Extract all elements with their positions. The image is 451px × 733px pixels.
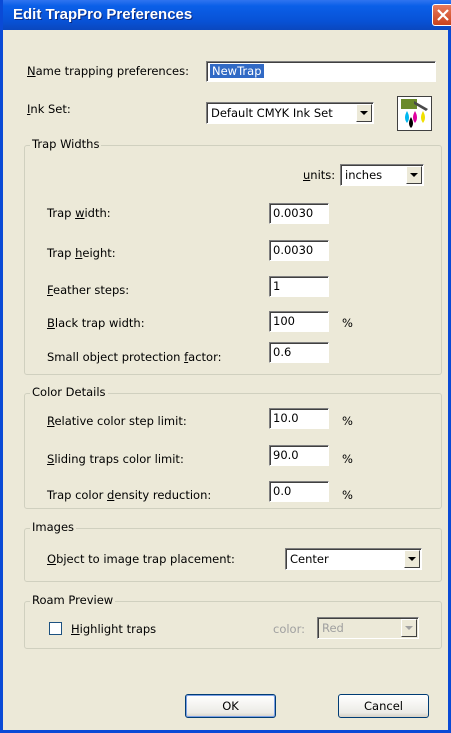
- density-reduction-input[interactable]: 0.0: [269, 481, 329, 502]
- highlight-color-select[interactable]: Red: [317, 617, 419, 639]
- highlight-color-value: Red: [322, 621, 344, 635]
- trap-width-input[interactable]: 0.0030: [269, 203, 329, 224]
- name-label: Name trapping preferences:: [27, 64, 189, 78]
- inkset-value: Default CMYK Ink Set: [211, 106, 333, 120]
- image-placement-select[interactable]: Center: [285, 548, 422, 570]
- window-title: Edit TrapPro Preferences: [13, 6, 193, 23]
- trap-widths-title: Trap Widths: [30, 137, 102, 151]
- trap-height-label: Trap height:: [47, 246, 116, 260]
- ok-button[interactable]: OK: [185, 694, 276, 718]
- feather-steps-input[interactable]: 1: [269, 276, 329, 297]
- protection-factor-label: Small object protection factor:: [47, 350, 222, 364]
- chevron-down-icon[interactable]: [404, 550, 420, 568]
- image-placement-value: Center: [290, 552, 329, 566]
- black-trap-width-input[interactable]: 100: [269, 311, 329, 332]
- inkset-select[interactable]: Default CMYK Ink Set: [206, 102, 374, 124]
- highlight-traps-checkbox[interactable]: [49, 622, 62, 635]
- units-value: inches: [345, 168, 383, 182]
- sliding-limit-label: Sliding traps color limit:: [47, 452, 184, 466]
- cancel-button[interactable]: Cancel: [338, 694, 429, 718]
- image-placement-label: Object to image trap placement:: [47, 552, 235, 566]
- ink-drops-icon: [398, 97, 431, 130]
- color-label: color:: [273, 622, 305, 636]
- units-select[interactable]: inches: [340, 164, 424, 186]
- sliding-limit-input[interactable]: 90.0: [269, 445, 329, 466]
- trap-height-input[interactable]: 0.0030: [269, 240, 329, 261]
- chevron-down-icon[interactable]: [356, 104, 372, 122]
- units-label: units:: [303, 168, 336, 182]
- relative-step-input[interactable]: 10.0: [269, 408, 329, 429]
- title-bar[interactable]: Edit TrapPro Preferences: [3, 0, 451, 30]
- highlight-traps-label[interactable]: Highlight traps: [71, 622, 156, 636]
- black-trap-width-label: Black trap width:: [47, 316, 145, 330]
- roam-preview-title: Roam Preview: [30, 593, 116, 607]
- trap-width-label: Trap width:: [47, 206, 111, 220]
- percent-label: %: [342, 414, 353, 428]
- percent-label: %: [342, 488, 353, 502]
- ink-set-editor-button[interactable]: [397, 96, 432, 131]
- relative-step-label: Relative color step limit:: [47, 414, 187, 428]
- density-reduction-label: Trap color density reduction:: [47, 488, 212, 502]
- dialog-window: Edit TrapPro Preferences Name trapping p…: [0, 0, 451, 733]
- percent-label: %: [342, 452, 353, 466]
- feather-steps-label: Feather steps:: [47, 283, 130, 297]
- chevron-down-icon[interactable]: [406, 166, 422, 184]
- color-details-title: Color Details: [30, 385, 108, 399]
- protection-factor-input[interactable]: 0.6: [269, 342, 329, 363]
- percent-label: %: [342, 316, 353, 330]
- inkset-label: Ink Set:: [27, 102, 71, 116]
- close-button[interactable]: [432, 4, 451, 26]
- close-icon: [437, 9, 449, 21]
- images-title: Images: [30, 520, 77, 534]
- name-input[interactable]: NewTrap: [206, 61, 436, 82]
- chevron-down-icon[interactable]: [401, 619, 417, 637]
